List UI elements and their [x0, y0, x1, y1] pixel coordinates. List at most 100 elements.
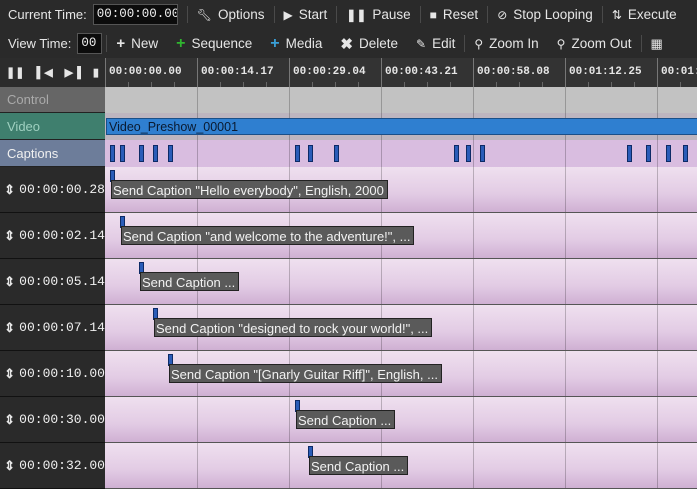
execute-icon: ⇅: [611, 7, 622, 22]
ruler-tick: [197, 58, 198, 87]
event-row-label[interactable]: ⇕ 00:00:05.14: [0, 259, 105, 305]
event-row-lane[interactable]: Send Caption "[Gnarly Guitar Riff]", Eng…: [105, 351, 697, 397]
grid-line: [473, 397, 474, 442]
caption-marker[interactable]: [153, 145, 158, 162]
event-row-label[interactable]: ⇕ 00:00:30.00: [0, 397, 105, 443]
track-label-control[interactable]: Control: [0, 87, 105, 113]
media-label: Media: [285, 36, 323, 51]
vertical-resize-icon[interactable]: ⇕: [0, 366, 19, 382]
track-control[interactable]: [105, 87, 697, 114]
vertical-resize-icon[interactable]: ⇕: [0, 320, 19, 336]
grid-line: [473, 259, 474, 304]
event-row-lane[interactable]: Send Caption ...: [105, 259, 697, 305]
event-row-lane[interactable]: Send Caption "Hello everybody", English,…: [105, 167, 697, 213]
send-caption-event[interactable]: Send Caption ...: [140, 272, 240, 291]
wrench-icon: 🔧︎: [196, 7, 212, 22]
caption-marker[interactable]: [168, 145, 173, 162]
event-row-lane[interactable]: Send Caption ...: [105, 443, 697, 489]
ruler-tick: [105, 58, 106, 87]
send-caption-event[interactable]: Send Caption "[Gnarly Guitar Riff]", Eng…: [169, 364, 442, 383]
vertical-resize-icon[interactable]: ⇕: [0, 412, 19, 428]
event-row-label[interactable]: ⇕ 00:00:10.00: [0, 351, 105, 397]
track-label-captions[interactable]: Captions: [0, 140, 105, 167]
blue-plus-icon: +: [270, 34, 280, 52]
send-caption-event[interactable]: Send Caption ...: [309, 456, 409, 475]
reset-label: Reset: [442, 7, 479, 22]
event-row-label[interactable]: ⇕ 00:00:32.00: [0, 443, 105, 489]
sequence-button[interactable]: + Sequence: [167, 29, 261, 58]
caption-marker[interactable]: [466, 145, 471, 162]
grid-button[interactable]: ▦: [642, 29, 678, 58]
caption-marker[interactable]: [480, 145, 485, 162]
track-label-video[interactable]: Video: [0, 113, 105, 140]
caption-marker[interactable]: [308, 145, 313, 162]
media-button[interactable]: + Media: [261, 29, 331, 58]
event-row-label[interactable]: ⇕ 00:00:00.28: [0, 167, 105, 213]
skip-back-icon[interactable]: ▌◀: [36, 66, 52, 79]
caption-marker[interactable]: [139, 145, 144, 162]
view-time-field[interactable]: 00: [77, 33, 103, 54]
execute-button[interactable]: ⇅ Execute: [603, 0, 686, 29]
send-caption-event[interactable]: Send Caption "Hello everybody", English,…: [111, 180, 388, 199]
current-time-field[interactable]: 00:00:00.00: [92, 4, 178, 25]
grid-line: [473, 87, 474, 113]
grid-icon: ▦: [650, 35, 663, 51]
event-time: 00:00:30.00: [19, 412, 105, 427]
caption-marker[interactable]: [454, 145, 459, 162]
grid-line: [197, 140, 198, 167]
grid-line: [473, 351, 474, 396]
ruler-tick-label: 00:01:2: [661, 66, 697, 78]
video-clip[interactable]: Video_Preshow_00001: [106, 118, 697, 135]
send-caption-event[interactable]: Send Caption "and welcome to the adventu…: [121, 226, 415, 245]
track-captions[interactable]: [105, 140, 697, 168]
grid-line: [289, 443, 290, 488]
grid-line: [473, 140, 474, 167]
caption-marker[interactable]: [110, 145, 115, 162]
stop-transport-icon[interactable]: ▮: [93, 66, 99, 79]
start-button[interactable]: ▶ Start: [275, 0, 337, 29]
ruler-tick-label: 00:00:43.21: [385, 66, 458, 78]
grid-line: [657, 443, 658, 488]
pause-icon: ❚❚: [346, 7, 367, 22]
options-button[interactable]: 🔧︎ Options: [188, 0, 274, 29]
delete-button[interactable]: ✖ Delete: [331, 29, 407, 58]
vertical-resize-icon[interactable]: ⇕: [0, 274, 19, 290]
grid-line: [565, 87, 566, 113]
grid-line: [289, 397, 290, 442]
grid-line: [565, 443, 566, 488]
zoom-out-button[interactable]: ⚲ Zoom Out: [548, 29, 641, 58]
pause-button[interactable]: ❚❚ Pause: [337, 0, 419, 29]
edit-button[interactable]: ✎ Edit: [407, 29, 464, 58]
caption-marker[interactable]: [627, 145, 632, 162]
caption-marker[interactable]: [683, 145, 688, 162]
time-ruler[interactable]: 00:00:00.00 00:00:14.17 00:00:29.04 00:00:4…: [105, 58, 697, 87]
pause-transport-icon[interactable]: ❚❚: [6, 66, 24, 79]
reset-button[interactable]: ■ Reset: [421, 0, 488, 29]
vertical-resize-icon[interactable]: ⇕: [0, 182, 19, 198]
caption-marker[interactable]: [334, 145, 339, 162]
vertical-resize-icon[interactable]: ⇕: [0, 458, 19, 474]
event-row-lane[interactable]: Send Caption "designed to rock your worl…: [105, 305, 697, 351]
stop-looping-button[interactable]: ⊘ Stop Looping: [488, 0, 602, 29]
caption-marker[interactable]: [295, 145, 300, 162]
send-caption-event[interactable]: Send Caption "designed to rock your worl…: [154, 318, 433, 337]
caption-marker[interactable]: [646, 145, 651, 162]
sequence-label: Sequence: [191, 36, 253, 51]
vertical-resize-icon[interactable]: ⇕: [0, 228, 19, 244]
skip-forward-icon[interactable]: ▶▐: [65, 66, 81, 79]
grid-line: [197, 397, 198, 442]
send-caption-event[interactable]: Send Caption ...: [296, 410, 396, 429]
caption-marker[interactable]: [120, 145, 125, 162]
reset-square-icon: ■: [429, 7, 437, 22]
grid-line: [657, 213, 658, 258]
grid-line: [565, 167, 566, 212]
event-row-lane[interactable]: Send Caption ...: [105, 397, 697, 443]
caption-marker[interactable]: [666, 145, 671, 162]
event-row-label[interactable]: ⇕ 00:00:02.14: [0, 213, 105, 259]
event-row-lane[interactable]: Send Caption "and welcome to the adventu…: [105, 213, 697, 259]
new-button[interactable]: + New: [107, 29, 167, 58]
execute-label: Execute: [627, 7, 677, 22]
zoom-in-button[interactable]: ⚲ Zoom In: [465, 29, 547, 58]
event-row-label[interactable]: ⇕ 00:00:07.14: [0, 305, 105, 351]
track-video[interactable]: Video_Preshow_00001: [105, 113, 697, 141]
